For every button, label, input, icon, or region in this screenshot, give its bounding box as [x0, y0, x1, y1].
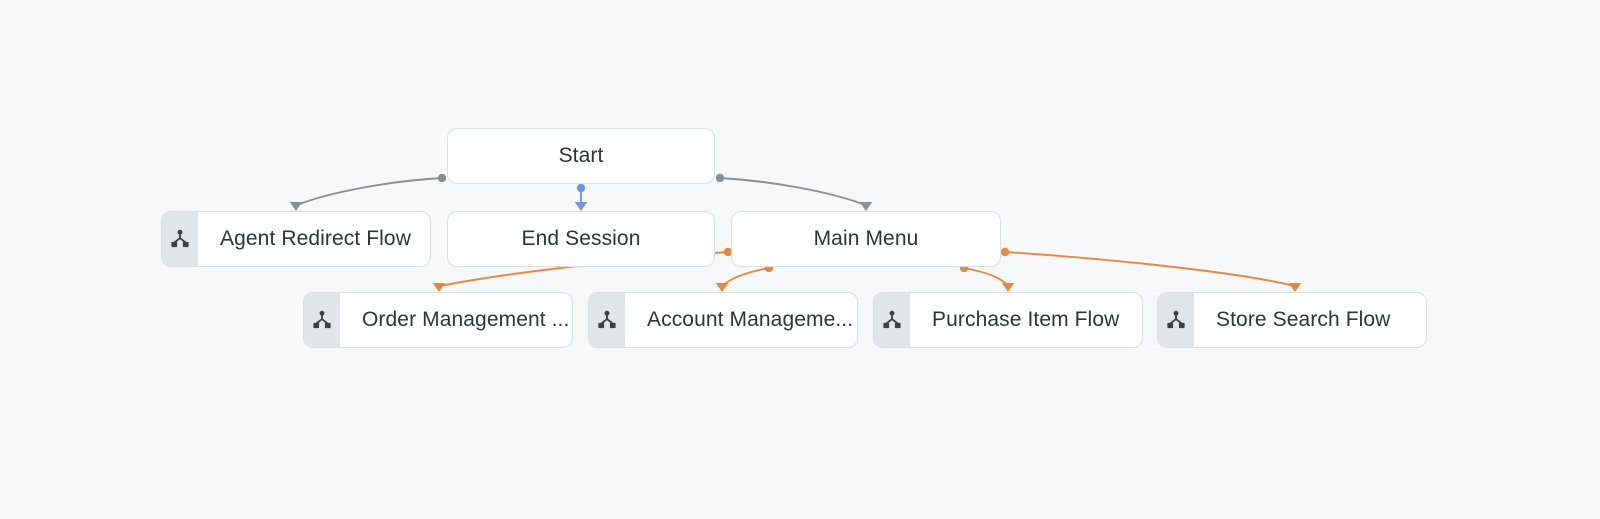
edge-main-menu-to-account-management-flow[interactable] [722, 267, 770, 287]
account-tree-icon [874, 293, 910, 347]
flow-node-label: Store Search Flow [1216, 308, 1391, 331]
edge-source-dot[interactable] [1000, 247, 1010, 257]
flow-node-label: Purchase Item Flow [932, 308, 1120, 331]
flow-node-order-management-flow[interactable]: Order Management ... [303, 292, 573, 348]
flow-node-account-management-flow[interactable]: Account Manageme... [588, 292, 858, 348]
edge-start-to-main-menu[interactable] [719, 177, 866, 206]
flow-node-end-session[interactable]: End Session [447, 211, 715, 267]
edge-arrowhead [1001, 283, 1015, 292]
edge-arrowhead [1288, 283, 1302, 292]
edge-arrowhead [289, 202, 303, 211]
edge-arrowhead [432, 283, 446, 292]
account-tree-icon [589, 293, 625, 347]
edge-arrowhead [859, 202, 873, 211]
edge-source-dot[interactable] [437, 173, 447, 183]
flow-node-label: Account Manageme... [647, 308, 854, 331]
edge-arrowhead [715, 283, 729, 292]
flow-node-label: Start [558, 144, 604, 167]
flow-node-start[interactable]: Start [447, 128, 715, 184]
flow-node-main-menu[interactable]: Main Menu [731, 211, 1001, 267]
flow-graph-canvas[interactable]: Start Agent Redirect Flow End Session Main … [0, 0, 1600, 519]
account-tree-icon [304, 293, 340, 347]
edge-source-dot[interactable] [715, 173, 725, 183]
edge-main-menu-to-store-search-flow[interactable] [1004, 251, 1295, 287]
flow-node-label: Order Management ... [362, 308, 570, 331]
account-tree-icon [1158, 293, 1194, 347]
account-tree-icon [162, 212, 198, 266]
flow-node-agent-redirect-flow[interactable]: Agent Redirect Flow [161, 211, 431, 267]
edge-main-menu-to-purchase-item-flow[interactable] [963, 267, 1009, 287]
flow-node-label: End Session [521, 227, 641, 250]
flow-node-store-search-flow[interactable]: Store Search Flow [1157, 292, 1427, 348]
flow-node-label: Main Menu [813, 227, 919, 250]
edge-start-to-agent-redirect-flow[interactable] [296, 177, 443, 206]
flow-node-label: Agent Redirect Flow [220, 227, 411, 250]
flow-node-purchase-item-flow[interactable]: Purchase Item Flow [873, 292, 1143, 348]
edge-arrowhead [574, 202, 588, 211]
edge-source-dot[interactable] [576, 183, 586, 193]
